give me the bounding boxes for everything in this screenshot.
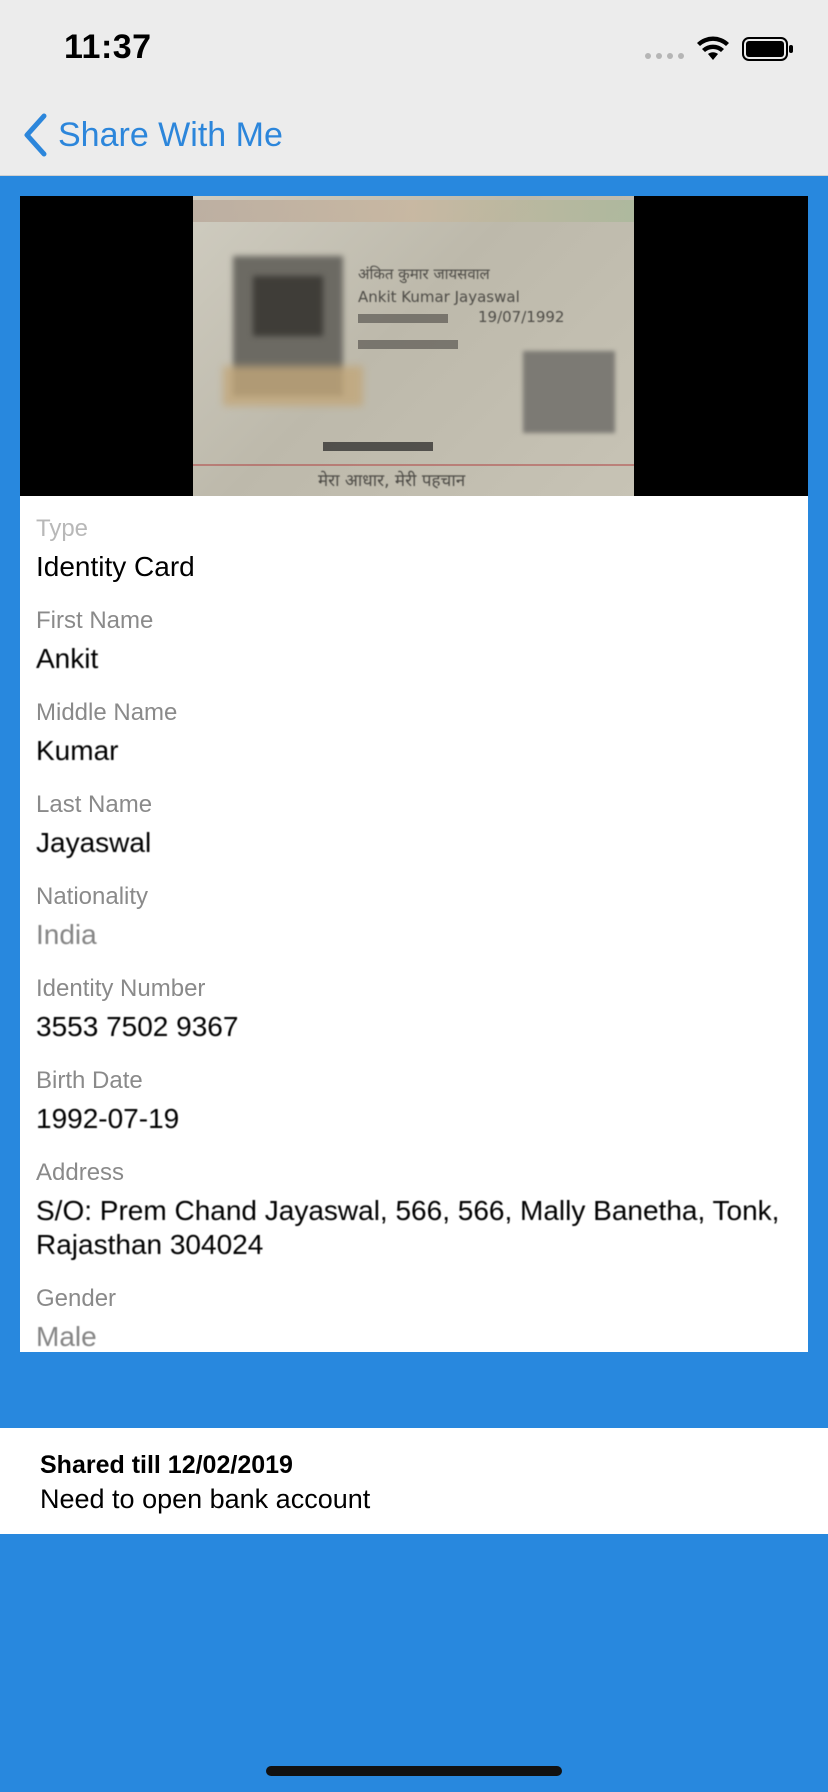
field-value: India [36,919,97,950]
battery-icon [742,37,793,61]
id-card-image: अंकित कुमार जायसवाल Ankit Kumar Jayaswal… [193,196,634,496]
field-label: First Name [36,607,154,634]
wifi-icon [697,36,729,60]
field-label: Address [36,1159,125,1186]
status-icons [645,36,794,62]
field-label: Birth Date [36,1067,143,1094]
field-value: Male [36,1321,97,1352]
field-label: Type [36,515,89,542]
shared-till-text: Shared till 12/02/2019 [40,1451,293,1479]
field-value: Jayaswal [36,827,152,858]
document-fields: Type Identity Card First Name Ankit Midd… [36,514,796,1376]
document-photo[interactable]: अंकित कुमार जायसवाल Ankit Kumar Jayaswal… [20,196,808,496]
navigation-bar: Share With Me [0,100,828,176]
qr-code-image [523,351,615,433]
photo-hindi-name: अंकित कुमार जायसवाल [358,265,490,283]
field-label: Identity Number [36,975,206,1002]
field-label: Middle Name [36,699,178,726]
field-label: Nationality [36,883,149,910]
field-gender: Gender Male [36,1284,796,1354]
field-nationality: Nationality India [36,882,796,952]
cellular-signal-icon [645,39,684,59]
share-info: Shared till 12/02/2019 Need to open bank… [0,1428,828,1534]
field-value: 1992-07-19 [36,1103,180,1134]
document-card: अंकित कुमार जायसवाल Ankit Kumar Jayaswal… [20,196,808,1352]
field-value: Ankit [36,643,99,674]
field-label: Gender [36,1285,117,1312]
home-indicator[interactable] [266,1766,562,1776]
field-value: S/O: Prem Chand Jayaswal, 566, 566, Mall… [36,1195,780,1260]
field-identity-number: Identity Number 3553 7502 9367 [36,974,796,1044]
field-address: Address S/O: Prem Chand Jayaswal, 566, 5… [36,1158,796,1262]
chevron-left-icon [24,113,47,157]
back-button-label: Share With Me [58,115,283,154]
field-last-name: Last Name Jayaswal [36,790,796,860]
status-time: 11:37 [64,28,152,66]
photo-footer: मेरा आधार, मेरी पहचान [318,471,466,491]
photo-dob: 19/07/1992 [478,308,565,326]
field-value: 3553 7502 9367 [36,1011,239,1042]
field-middle-name: Middle Name Kumar [36,698,796,768]
back-button[interactable]: Share With Me [22,110,283,160]
field-value: Identity Card [36,551,195,582]
status-bar: 11:37 [0,0,828,100]
share-reason-text: Need to open bank account [40,1484,371,1514]
field-first-name: First Name Ankit [36,606,796,676]
field-birth-date: Birth Date 1992-07-19 [36,1066,796,1136]
photo-name: Ankit Kumar Jayaswal [358,288,520,306]
field-type: Type Identity Card [36,514,796,584]
field-label: Last Name [36,791,153,818]
field-value: Kumar [36,735,119,766]
